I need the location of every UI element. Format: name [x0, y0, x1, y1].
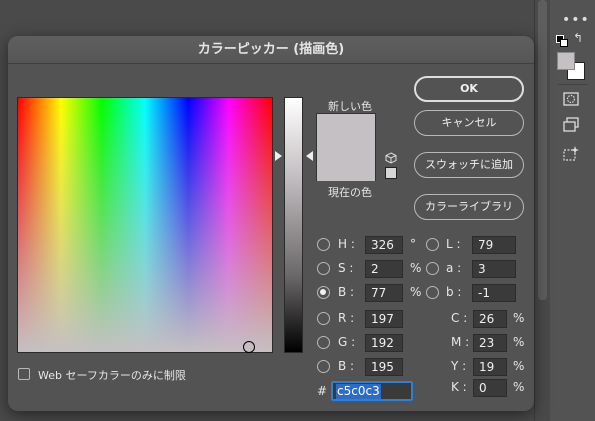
brightness-radio[interactable]: [317, 286, 330, 299]
brightness-slider[interactable]: [284, 97, 303, 353]
brightness-row: B : 77 %: [317, 284, 427, 302]
lab-a-label: a :: [446, 261, 462, 275]
brightness-input[interactable]: 77: [365, 284, 403, 302]
blue-label: B :: [338, 359, 355, 373]
yellow-input[interactable]: 19: [473, 358, 507, 376]
saturation-row: S : 2 %: [317, 260, 427, 278]
hue-unit: °: [410, 237, 416, 251]
quick-mask-icon[interactable]: [562, 90, 580, 108]
lab-b-input[interactable]: -1: [472, 284, 516, 302]
hue-input[interactable]: 326: [365, 236, 403, 254]
color-field[interactable]: [17, 97, 273, 353]
ok-button[interactable]: OK: [414, 76, 524, 102]
yellow-label: Y :: [451, 359, 467, 373]
hue-label: H :: [338, 237, 355, 251]
black-row: K : 0 %: [449, 379, 529, 397]
blue-row: B : 195: [317, 358, 412, 376]
saturation-input[interactable]: 2: [365, 260, 403, 278]
cyan-input[interactable]: 26: [473, 310, 507, 328]
out-of-gamut-cube-icon[interactable]: [385, 152, 397, 164]
black-input[interactable]: 0: [473, 379, 507, 397]
swap-colors-icon[interactable]: ↰: [573, 31, 583, 45]
yellow-unit: %: [513, 359, 525, 373]
tools-panel: ••• ↰: [550, 0, 595, 421]
green-radio[interactable]: [317, 336, 330, 349]
green-row: G : 192: [317, 334, 412, 352]
screen-mode-icon[interactable]: [562, 116, 580, 134]
color-field-cursor[interactable]: [243, 341, 255, 353]
color-libraries-button[interactable]: カラーライブラリ: [414, 194, 524, 220]
saturation-label: S :: [338, 261, 354, 275]
more-dots-icon[interactable]: •••: [562, 12, 590, 28]
cyan-unit: %: [513, 311, 525, 325]
blue-radio[interactable]: [317, 360, 330, 373]
slider-left-arrow[interactable]: [275, 151, 282, 161]
foreground-color-swatch[interactable]: [557, 52, 575, 70]
lab-l-radio[interactable]: [426, 238, 439, 251]
hex-input[interactable]: c5c0c3: [331, 381, 413, 401]
cyan-row: C : 26 %: [449, 310, 529, 328]
saturation-unit: %: [410, 261, 422, 275]
websafe-label: Web セーフカラーのみに制限: [38, 369, 186, 382]
panel-separator: [534, 0, 535, 421]
magenta-unit: %: [513, 335, 525, 349]
brightness-label: B :: [338, 285, 355, 299]
magic-fill-icon[interactable]: [562, 145, 580, 163]
blue-input[interactable]: 195: [365, 358, 403, 376]
hex-hash-label: #: [317, 384, 328, 398]
cancel-button[interactable]: キャンセル: [414, 110, 524, 136]
yellow-row: Y : 19 %: [449, 358, 529, 376]
lab-b-row: b : -1: [426, 284, 521, 302]
magenta-input[interactable]: 23: [473, 334, 507, 352]
color-picker-dialog: カラーピッカー (描画色) 新しい色 現在の色 OK キャンセル スウォッチに追…: [8, 36, 534, 411]
red-label: R :: [338, 311, 355, 325]
green-label: G :: [338, 335, 356, 349]
websafe-checkbox[interactable]: [18, 368, 30, 380]
red-radio[interactable]: [317, 312, 330, 325]
black-unit: %: [513, 380, 525, 394]
lab-b-label: b :: [446, 285, 462, 299]
cyan-label: C :: [451, 311, 468, 325]
slider-right-arrow[interactable]: [306, 151, 313, 161]
lab-a-input[interactable]: 3: [472, 260, 516, 278]
dialog-title: カラーピッカー (描画色): [8, 36, 534, 64]
hex-value: c5c0c3: [336, 384, 381, 399]
hue-radio[interactable]: [317, 238, 330, 251]
new-color-label: 新しい色: [328, 100, 372, 113]
green-input[interactable]: 192: [365, 334, 403, 352]
black-label: K :: [451, 380, 467, 394]
hue-row: H : 326 °: [317, 236, 427, 254]
current-color-swatch[interactable]: [317, 148, 375, 181]
red-input[interactable]: 197: [365, 310, 403, 328]
red-row: R : 197: [317, 310, 412, 328]
lab-l-row: L : 79: [426, 236, 521, 254]
websafe-color-swatch[interactable]: [385, 167, 397, 179]
add-to-swatches-button[interactable]: スウォッチに追加: [414, 152, 524, 178]
brightness-unit: %: [410, 285, 422, 299]
magenta-row: M : 23 %: [449, 334, 529, 352]
default-colors-bg: [560, 39, 568, 47]
lab-a-radio[interactable]: [426, 262, 439, 275]
toolbar-divider: [558, 84, 588, 85]
saturation-radio[interactable]: [317, 262, 330, 275]
current-color-label: 現在の色: [328, 186, 372, 199]
scrollbar[interactable]: [538, 0, 547, 300]
magenta-label: M :: [451, 335, 470, 349]
lab-b-radio[interactable]: [426, 286, 439, 299]
color-preview: [316, 113, 376, 181]
lab-a-row: a : 3: [426, 260, 521, 278]
lab-l-label: L :: [446, 237, 461, 251]
new-color-swatch: [317, 114, 375, 148]
lab-l-input[interactable]: 79: [472, 236, 516, 254]
